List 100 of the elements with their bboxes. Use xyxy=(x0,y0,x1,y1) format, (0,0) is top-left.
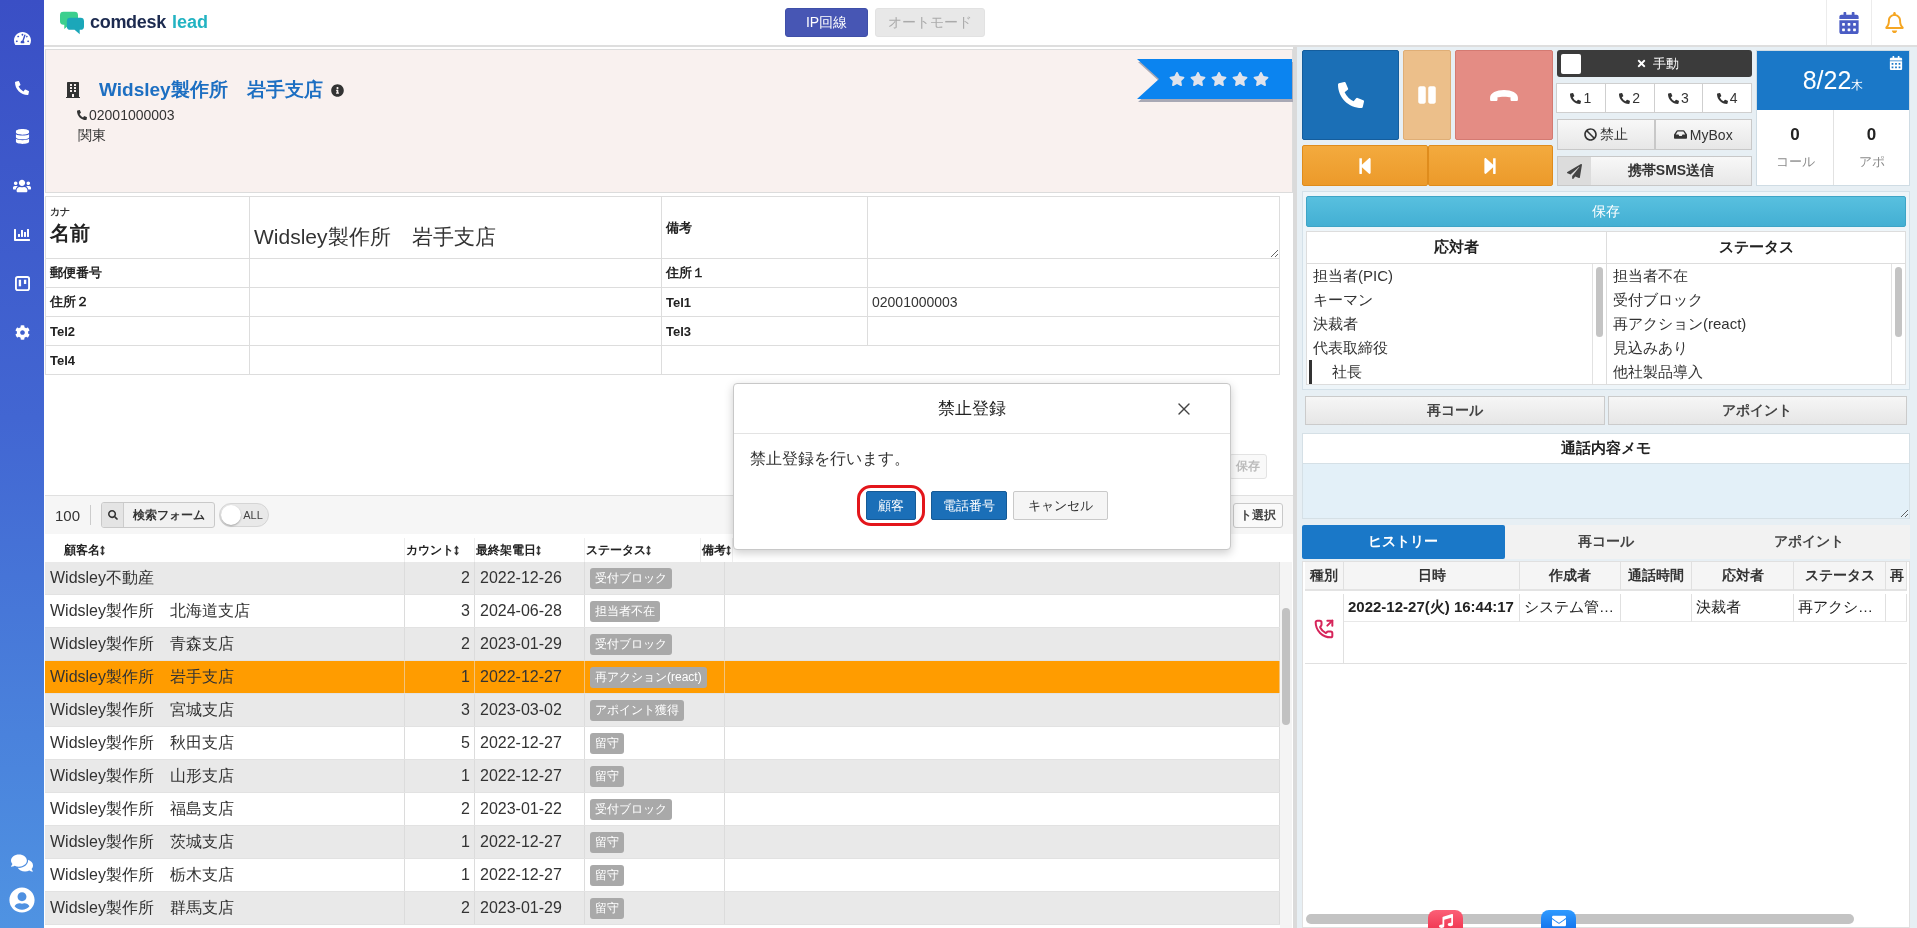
status-badge: 担当者不在 xyxy=(590,600,660,622)
pause-icon xyxy=(1417,85,1437,105)
phone-icon xyxy=(77,110,87,120)
field-label: Tel4 xyxy=(50,352,76,368)
line-button[interactable]: 4 xyxy=(1702,83,1752,113)
list-option[interactable]: 担当者不在 xyxy=(1607,264,1891,288)
next-button[interactable] xyxy=(1427,145,1553,186)
star-icon xyxy=(1190,71,1206,87)
phone-icon[interactable] xyxy=(15,80,29,95)
table-row[interactable]: Widsley製作所 茨城支店 1 2022-12-27 留守 xyxy=(45,826,1280,859)
call-count: 3 xyxy=(461,602,470,620)
manual-mode-toggle[interactable]: 手動 xyxy=(1557,50,1752,77)
call-datetime: 2022-12-27(火) 16:44:17 xyxy=(1348,598,1514,617)
calendar-icon[interactable] xyxy=(1838,11,1860,34)
kana-label: カナ xyxy=(50,205,70,219)
column-header: 再 xyxy=(1886,562,1907,591)
list-option[interactable]: キーマン xyxy=(1307,288,1592,312)
call-count: 2 xyxy=(461,635,470,653)
bar-chart-icon[interactable] xyxy=(14,226,30,243)
logo-wordmark: comdesk xyxy=(90,12,166,33)
list-option[interactable]: 見込みあり xyxy=(1607,336,1891,360)
dialog-button[interactable]: 電話番号 xyxy=(930,491,1007,520)
list-header: 応対者 xyxy=(1307,232,1606,264)
call-count: 1 xyxy=(461,668,470,686)
chat-bubbles-icon[interactable] xyxy=(11,852,33,874)
checkbox[interactable] xyxy=(1561,53,1581,74)
board-icon[interactable] xyxy=(14,276,30,291)
music-app-icon[interactable] xyxy=(1428,910,1463,928)
select-button[interactable]: ト選択 xyxy=(1233,502,1283,528)
line-button[interactable]: 2 xyxy=(1604,83,1655,113)
list-header: ステータス xyxy=(1607,232,1905,264)
column-header: 応対者 xyxy=(1692,562,1794,591)
customer-phone: 02001000003 xyxy=(89,107,175,123)
table-row[interactable]: Widsley製作所 岩手支店 1 2022-12-27 再アクション(react) xyxy=(45,661,1280,694)
customer-name: Widsley製作所 福島支店 xyxy=(50,798,234,819)
status-badge: 再アクション(react) xyxy=(590,666,707,688)
customer-region: 関東 xyxy=(78,127,107,145)
gauge-icon[interactable] xyxy=(13,30,31,47)
info-icon[interactable] xyxy=(330,83,344,97)
line-button[interactable]: 1 xyxy=(1556,83,1606,113)
call-count: 2 xyxy=(461,899,470,917)
mode-button[interactable]: IP回線 xyxy=(785,8,868,37)
paper-plane-icon xyxy=(1558,157,1591,185)
list-option[interactable]: 決裁者 xyxy=(1307,312,1592,336)
last-call-date: 2023-03-02 xyxy=(480,701,562,719)
sms-send-button[interactable]: 携帯SMS送信 xyxy=(1557,156,1752,186)
search-form-button[interactable]: 検索フォーム xyxy=(101,502,216,528)
column-header: ステータス xyxy=(1794,562,1886,591)
list-option[interactable]: 他社製品導入 xyxy=(1607,360,1891,384)
mybox-button[interactable]: MyBox xyxy=(1654,119,1752,150)
database-icon[interactable] xyxy=(14,129,30,144)
respondent-name: 決裁者 xyxy=(1696,598,1741,617)
table-row[interactable]: Widsley製作所 宮城支店 3 2023-03-02 アポイント獲得 xyxy=(45,694,1280,727)
scrollbar-thumb[interactable] xyxy=(1596,267,1603,337)
list-option[interactable]: 社長 xyxy=(1309,360,1592,384)
status-badge: 留守 xyxy=(590,864,624,886)
status-badge: 留守 xyxy=(590,732,624,754)
building-icon xyxy=(65,82,81,98)
table-row[interactable]: Widsley不動産 2 2022-12-26 受付ブロック xyxy=(45,562,1280,595)
table-row[interactable]: Widsley製作所 北海道支店 3 2024-06-28 担当者不在 xyxy=(45,595,1280,628)
last-call-date: 2024-06-28 xyxy=(480,602,562,620)
schedule-button[interactable]: 再コール xyxy=(1305,396,1605,425)
call-button[interactable] xyxy=(1302,50,1399,140)
previous-button[interactable] xyxy=(1302,145,1428,186)
list-option[interactable]: 受付ブロック xyxy=(1607,288,1891,312)
list-option[interactable]: 担当者(PIC) xyxy=(1307,264,1592,288)
scrollbar-thumb[interactable] xyxy=(1895,267,1902,337)
table-row[interactable]: Widsley製作所 山形支店 1 2022-12-27 留守 xyxy=(45,760,1280,793)
mail-app-icon[interactable] xyxy=(1541,910,1576,928)
status-badge: 受付ブロック xyxy=(590,633,672,655)
table-row[interactable]: Widsley製作所 群馬支店 2 2023-01-29 留守 xyxy=(45,892,1280,925)
calendar-icon[interactable] xyxy=(1889,56,1903,70)
list-option[interactable]: 再アクション(react) xyxy=(1607,312,1891,336)
dialog-button[interactable]: 顧客 xyxy=(865,491,916,520)
memo-field[interactable] xyxy=(1303,463,1909,518)
last-call-date: 2022-12-27 xyxy=(480,734,562,752)
scrollbar-thumb[interactable] xyxy=(1282,608,1290,725)
table-row[interactable]: Widsley製作所 青森支店 2 2023-01-29 受付ブロック xyxy=(45,628,1280,661)
column-header: 作成者 xyxy=(1520,562,1621,591)
table-row[interactable]: Widsley製作所 福島支店 2 2023-01-22 受付ブロック xyxy=(45,793,1280,826)
all-toggle[interactable]: ALL xyxy=(219,503,270,527)
tab[interactable]: ヒストリー xyxy=(1302,525,1505,559)
last-call-date: 2023-01-22 xyxy=(480,800,562,818)
user-avatar-icon[interactable] xyxy=(9,887,35,913)
line-button[interactable]: 3 xyxy=(1653,83,1704,113)
customer-name: Widsley製作所 秋田支店 xyxy=(50,732,234,753)
memo-title: 通話内容メモ xyxy=(1560,438,1652,458)
customer-name: Widsley製作所 岩手支店 xyxy=(50,666,234,687)
hang-up-button[interactable] xyxy=(1455,50,1553,140)
table-row[interactable]: Widsley製作所 栃木支店 1 2022-12-27 留守 xyxy=(45,859,1280,892)
status-badge: 受付ブロック xyxy=(590,567,672,589)
logo-icon xyxy=(60,10,84,35)
sort-icon xyxy=(454,544,459,556)
dialog-button[interactable]: キャンセル xyxy=(1012,491,1108,520)
list-option[interactable]: 代表取締役 xyxy=(1307,336,1592,360)
settings-icon[interactable] xyxy=(14,325,30,340)
table-row[interactable]: Widsley製作所 秋田支店 5 2022-12-27 留守 xyxy=(45,727,1280,760)
date-day: 8/22 xyxy=(1802,66,1852,95)
schedule-button[interactable]: アポイント xyxy=(1607,396,1907,425)
block-button[interactable]: 禁止 xyxy=(1557,119,1655,150)
